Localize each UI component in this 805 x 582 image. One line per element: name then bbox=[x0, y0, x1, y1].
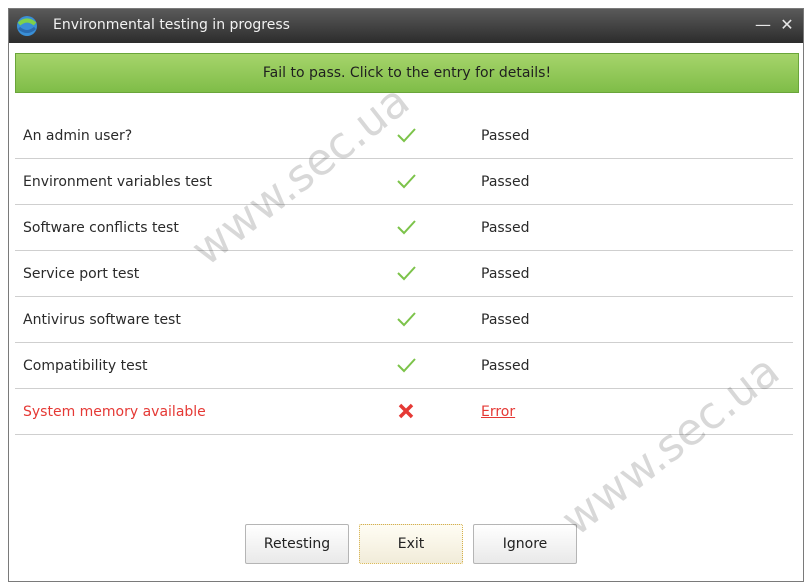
test-row[interactable]: Antivirus software test Passed bbox=[15, 297, 793, 343]
test-name: Software conflicts test bbox=[23, 220, 179, 236]
test-list: An admin user? Passed Environment variab… bbox=[15, 113, 793, 435]
test-name: Environment variables test bbox=[23, 174, 212, 190]
check-icon bbox=[395, 262, 417, 284]
minimize-button[interactable]: — bbox=[753, 15, 773, 35]
check-icon bbox=[395, 216, 417, 238]
exit-button[interactable]: Exit bbox=[359, 524, 463, 564]
test-status: Passed bbox=[481, 358, 530, 374]
test-row[interactable]: Compatibility test Passed bbox=[15, 343, 793, 389]
test-status: Passed bbox=[481, 312, 530, 328]
test-row[interactable]: Service port test Passed bbox=[15, 251, 793, 297]
test-status: Passed bbox=[481, 174, 530, 190]
error-details-link[interactable]: Error bbox=[481, 404, 515, 420]
check-icon bbox=[395, 308, 417, 330]
retesting-button[interactable]: Retesting bbox=[245, 524, 349, 564]
status-banner[interactable]: Fail to pass. Click to the entry for det… bbox=[15, 53, 799, 93]
check-icon bbox=[395, 354, 417, 376]
app-logo-icon bbox=[15, 14, 39, 38]
test-row[interactable]: Software conflicts test Passed bbox=[15, 205, 793, 251]
test-row-error[interactable]: System memory available Error bbox=[15, 389, 793, 435]
close-button[interactable]: ✕ bbox=[777, 15, 797, 35]
ignore-button[interactable]: Ignore bbox=[473, 524, 577, 564]
test-status: Passed bbox=[481, 128, 530, 144]
test-name: An admin user? bbox=[23, 128, 133, 144]
check-icon bbox=[395, 170, 417, 192]
test-name: Antivirus software test bbox=[23, 312, 181, 328]
test-name: Compatibility test bbox=[23, 358, 148, 374]
button-bar: Retesting Exit Ignore bbox=[9, 524, 803, 568]
window-title: Environmental testing in progress bbox=[53, 17, 290, 33]
test-row[interactable]: An admin user? Passed bbox=[15, 113, 793, 159]
test-status: Passed bbox=[481, 266, 530, 282]
check-icon bbox=[395, 124, 417, 146]
title-bar[interactable]: Environmental testing in progress — ✕ bbox=[9, 9, 803, 43]
test-name: Service port test bbox=[23, 266, 140, 282]
test-row[interactable]: Environment variables test Passed bbox=[15, 159, 793, 205]
test-name: System memory available bbox=[23, 404, 206, 420]
test-dialog-window: Environmental testing in progress — ✕ Fa… bbox=[8, 8, 804, 582]
test-status: Passed bbox=[481, 220, 530, 236]
x-icon bbox=[395, 400, 417, 422]
